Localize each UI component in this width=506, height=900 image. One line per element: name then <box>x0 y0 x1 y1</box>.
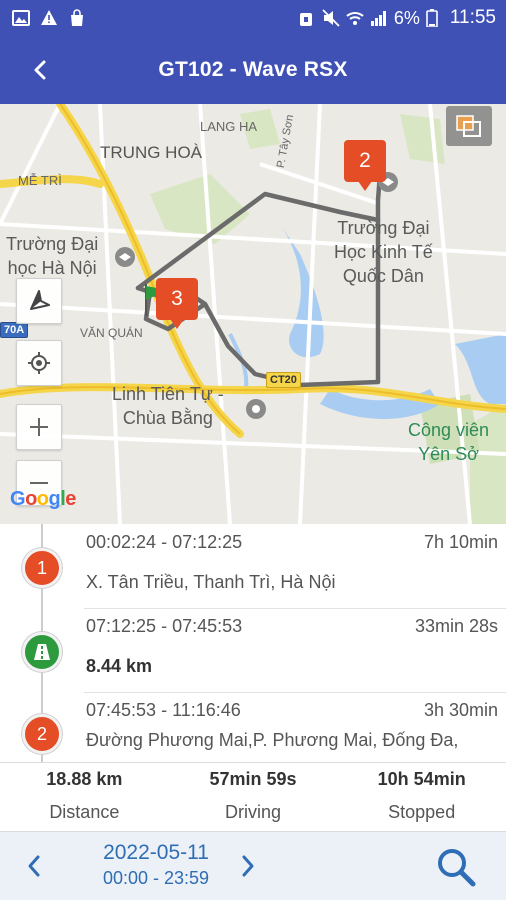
google-logo: Google <box>10 488 76 510</box>
mute-icon <box>322 9 340 27</box>
summary-value: 10h 54min <box>377 769 466 789</box>
my-location-button[interactable] <box>16 340 62 386</box>
divider <box>84 692 506 693</box>
page-title: GT102 - Wave RSX <box>158 58 348 81</box>
map-poi-linh-tien-tu: Linh Tiên Tự - Chùa Bằng <box>112 382 224 430</box>
road-badge-ct20: CT20 <box>266 372 301 388</box>
status-bar: 6% 11:55 <box>0 0 506 36</box>
selected-date: 2022-05-11 <box>103 841 209 864</box>
map-label-van-quan: VĂN QUÁN <box>80 326 143 340</box>
lock-icon <box>298 9 316 27</box>
map-label-lang-ha: LANG HA <box>200 119 258 134</box>
layers-icon <box>456 115 481 137</box>
divider <box>84 608 506 609</box>
timeline-address: Đường Phương Mai,P. Phương Mai, Đống Đa, <box>86 730 459 750</box>
next-day-button[interactable] <box>230 846 266 886</box>
wifi-icon <box>346 9 364 27</box>
chevron-left-icon <box>28 855 40 877</box>
chevron-left-icon <box>34 60 46 80</box>
map-layers-button[interactable] <box>446 106 492 146</box>
timeline-duration: 33min 28s <box>414 616 498 636</box>
battery-icon <box>426 9 444 28</box>
chevron-right-icon <box>242 855 254 877</box>
summary-value: 57min 59s <box>209 769 297 789</box>
warning-notification-icon <box>40 9 58 27</box>
summary-driving: 57min 59s Driving <box>169 763 338 831</box>
timeline-time-range: 07:45:53 - 11:16:46 <box>86 700 241 720</box>
timeline-duration: 7h 10min <box>423 532 498 552</box>
summary-distance: 18.88 km Distance <box>0 763 169 831</box>
map-poi-line: Yên Sở <box>418 444 479 464</box>
timeline-distance: 8.44 km <box>86 656 153 676</box>
road-badge-70a: 70A <box>0 322 29 338</box>
back-button[interactable] <box>22 52 58 88</box>
map-poi-line: Học Kinh Tế <box>334 242 433 262</box>
summary-label: Distance <box>49 802 120 822</box>
map-label-trung-hoa: TRUNG HOÀ <box>100 143 202 162</box>
timeline-time-range: 07:12:25 - 07:45:53 <box>86 616 243 636</box>
stop-number-badge: 1 <box>22 548 62 588</box>
date-navigation-bar: 2022-05-11 00:00 - 23:59 <box>0 832 506 900</box>
zoom-in-button[interactable] <box>16 404 62 450</box>
trip-timeline[interactable]: 1 00:02:24 - 07:12:25 7h 10min X. Tân Tr… <box>0 524 506 762</box>
map-poi-line: Công viên <box>408 420 490 440</box>
summary-value: 18.88 km <box>46 769 123 789</box>
map-poi-line: Trường Đại <box>337 218 430 238</box>
image-notification-icon <box>12 9 30 27</box>
time-range: 00:00 - 23:59 <box>102 868 210 888</box>
timeline-address: X. Tân Triều, Thanh Trì, Hà Nội <box>86 572 336 592</box>
route-map[interactable]: LANG HA TRUNG HOÀ MỄ TRÌ P. Tây Sơn VĂN … <box>0 104 506 524</box>
map-poi-line: Quốc Dân <box>342 266 424 286</box>
map-poi-line: Chùa Bằng <box>122 408 213 428</box>
stop-number-badge: 2 <box>22 714 62 754</box>
clock: 11:55 <box>449 7 496 28</box>
map-poi-dh-ktqd: Trường Đại Học Kinh Tế Quốc Dân <box>334 216 433 288</box>
location-target-icon <box>28 352 50 374</box>
map-poi-cong-vien-yen-so: Công viên Yên Sở <box>408 418 489 466</box>
timeline-duration: 3h 30min <box>423 700 498 720</box>
map-poi-line: Linh Tiên Tự - <box>112 384 224 404</box>
timeline-time-range: 00:02:24 - 07:12:25 <box>86 532 243 552</box>
map-poi-line: học Hà Nội <box>7 258 97 278</box>
trip-summary: 18.88 km Distance 57min 59s Driving 10h … <box>0 762 506 832</box>
battery-percent: 6% <box>393 7 420 28</box>
fit-route-button[interactable] <box>16 278 62 324</box>
road-icon <box>22 632 62 672</box>
summary-label: Stopped <box>388 802 456 822</box>
map-poi-dh-ha-noi: Trường Đại học Hà Nội <box>6 232 98 280</box>
stop-marker-2[interactable]: 2 <box>344 140 386 191</box>
stop-marker-3[interactable]: 3 <box>156 278 198 329</box>
navigation-arrow-icon <box>30 290 50 310</box>
map-label-me-tri: MỄ TRÌ <box>18 173 62 188</box>
date-picker[interactable]: 2022-05-11 00:00 - 23:59 <box>76 840 236 890</box>
signal-icon <box>370 9 388 27</box>
previous-day-button[interactable] <box>16 846 52 886</box>
search-button[interactable] <box>432 844 480 890</box>
summary-label: Driving <box>225 802 282 822</box>
plus-icon <box>30 418 48 436</box>
app-bar: GT102 - Wave RSX <box>0 36 506 104</box>
shopping-bag-notification-icon <box>68 9 86 27</box>
summary-stopped: 10h 54min Stopped <box>337 763 506 831</box>
search-icon <box>438 849 476 887</box>
map-poi-line: Trường Đại <box>6 234 99 254</box>
stop-marker-3-label: 3 <box>171 287 183 310</box>
